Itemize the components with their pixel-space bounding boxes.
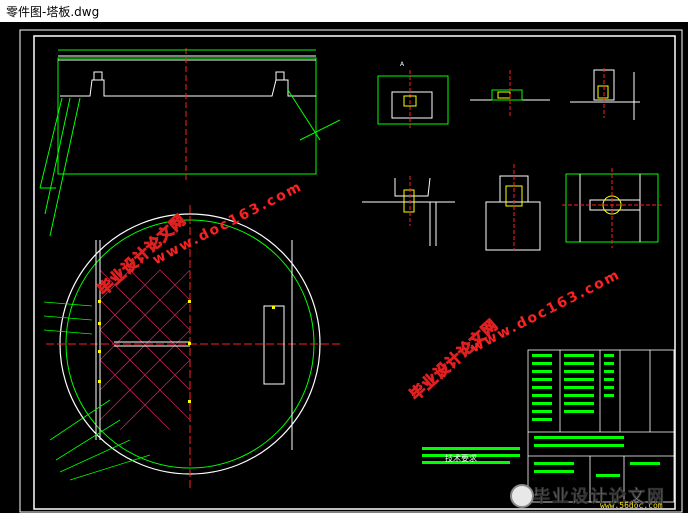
title-block-entries [532, 354, 660, 477]
detail-a-label: A [400, 61, 405, 68]
footer-site-url: www.56doc.com [600, 501, 663, 510]
tech-requirements-title: 技术要求 [445, 454, 477, 463]
detail-views: A [377, 61, 640, 130]
site-logo [510, 484, 534, 508]
cad-drawing: A [19, 29, 683, 513]
detail-views-lower [362, 164, 664, 251]
window-title: 零件图-塔板.dwg [6, 5, 100, 19]
cad-drawing-canvas[interactable]: A 技术要求 毕业设计论文网 www.doc163.com 毕业设计论文网 ww… [0, 22, 688, 513]
window-titlebar: 零件图-塔板.dwg [0, 0, 688, 23]
